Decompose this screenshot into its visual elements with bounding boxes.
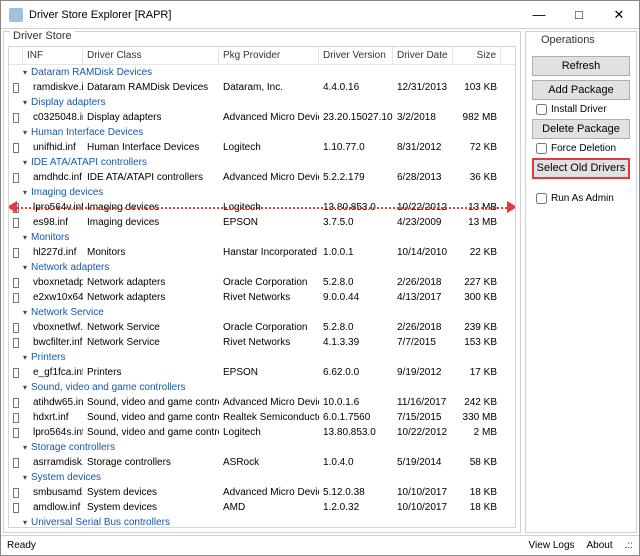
close-button[interactable]: ✕ <box>599 1 639 28</box>
add-package-button[interactable]: Add Package <box>532 80 630 100</box>
group-header[interactable]: ▾Network adapters <box>9 260 515 275</box>
expand-icon: ▾ <box>23 518 27 527</box>
resize-grip[interactable]: .:: <box>625 540 633 551</box>
expand-icon: ▾ <box>23 443 27 452</box>
minimize-button[interactable]: ― <box>519 1 559 28</box>
column-headers[interactable]: INF Driver Class Pkg Provider Driver Ver… <box>9 47 515 65</box>
delete-package-button[interactable]: Delete Package <box>532 119 630 139</box>
expand-icon: ▾ <box>23 98 27 107</box>
driver-list: INF Driver Class Pkg Provider Driver Ver… <box>8 46 516 528</box>
app-icon <box>9 8 23 22</box>
group-header[interactable]: ▾Dataram RAMDisk Devices <box>9 65 515 80</box>
driver-row[interactable]: amdhdc.infIDE ATA/ATAPI controllersAdvan… <box>9 170 515 185</box>
driver-row[interactable]: unifhid.infHuman Interface DevicesLogite… <box>9 140 515 155</box>
group-header[interactable]: ▾Printers <box>9 350 515 365</box>
driver-row[interactable]: e2xw10x64.infNetwork adaptersRivet Netwo… <box>9 290 515 305</box>
group-header[interactable]: ▾IDE ATA/ATAPI controllers <box>9 155 515 170</box>
titlebar: Driver Store Explorer [RAPR] ― □ ✕ <box>1 1 639 29</box>
row-checkbox[interactable] <box>13 398 19 408</box>
status-bar: Ready View Logs About .:: <box>1 535 639 555</box>
driver-row[interactable]: c0325048.infDisplay adaptersAdvanced Mic… <box>9 110 515 125</box>
col-class[interactable]: Driver Class <box>83 47 219 64</box>
window-title: Driver Store Explorer [RAPR] <box>29 9 519 21</box>
expand-icon: ▾ <box>23 158 27 167</box>
row-checkbox[interactable] <box>13 503 19 513</box>
row-checkbox[interactable] <box>13 143 19 153</box>
driver-row[interactable]: smbusamd.infSystem devicesAdvanced Micro… <box>9 485 515 500</box>
row-checkbox[interactable] <box>13 218 19 228</box>
row-checkbox[interactable] <box>13 338 19 348</box>
group-header[interactable]: ▾Display adapters <box>9 95 515 110</box>
row-checkbox[interactable] <box>13 173 19 183</box>
row-checkbox[interactable] <box>13 323 19 333</box>
refresh-button[interactable]: Refresh <box>532 56 630 76</box>
select-old-drivers-button[interactable]: Select Old Drivers <box>532 158 630 179</box>
driver-store-panel: Driver Store INF Driver Class Pkg Provid… <box>3 31 521 533</box>
driver-row[interactable]: amdlow.infSystem devicesAMD1.2.0.3210/10… <box>9 500 515 515</box>
expand-icon: ▾ <box>23 263 27 272</box>
driver-row[interactable]: atihdw65.infSound, video and game contro… <box>9 395 515 410</box>
col-size[interactable]: Size <box>453 47 501 64</box>
operations-panel: Operations Refresh Add Package Install D… <box>525 31 637 533</box>
driver-row[interactable]: es98.infImaging devicesEPSON3.7.5.04/23/… <box>9 215 515 230</box>
about-link[interactable]: About <box>587 540 613 551</box>
force-deletion-checkbox[interactable]: Force Deletion <box>536 143 626 154</box>
driver-row[interactable]: ramdiskve.infDataram RAMDisk DevicesData… <box>9 80 515 95</box>
driver-row[interactable]: vboxnetadp6.infNetwork adaptersOracle Co… <box>9 275 515 290</box>
driver-row[interactable]: lpro564v.infImaging devicesLogitech13.80… <box>9 200 515 215</box>
group-header[interactable]: ▾Sound, video and game controllers <box>9 380 515 395</box>
row-checkbox[interactable] <box>13 113 19 123</box>
view-logs-link[interactable]: View Logs <box>529 540 575 551</box>
row-checkbox[interactable] <box>13 248 19 258</box>
install-driver-checkbox[interactable]: Install Driver <box>536 104 626 115</box>
group-header[interactable]: ▾Network Service <box>9 305 515 320</box>
expand-icon: ▾ <box>23 383 27 392</box>
expand-icon: ▾ <box>23 233 27 242</box>
group-header[interactable]: ▾System devices <box>9 470 515 485</box>
row-checkbox[interactable] <box>13 413 19 423</box>
expand-icon: ▾ <box>23 68 27 77</box>
driver-row[interactable]: vboxnetlwf.infNetwork ServiceOracle Corp… <box>9 320 515 335</box>
group-header[interactable]: ▾Imaging devices <box>9 185 515 200</box>
col-version[interactable]: Driver Version <box>319 47 393 64</box>
row-checkbox[interactable] <box>13 293 19 303</box>
run-as-admin-checkbox[interactable]: Run As Admin <box>536 193 626 204</box>
expand-icon: ▾ <box>23 128 27 137</box>
col-date[interactable]: Driver Date <box>393 47 453 64</box>
expand-icon: ▾ <box>23 473 27 482</box>
group-header[interactable]: ▾Storage controllers <box>9 440 515 455</box>
row-checkbox[interactable] <box>13 278 19 288</box>
row-checkbox[interactable] <box>13 458 19 468</box>
expand-icon: ▾ <box>23 188 27 197</box>
driver-row[interactable]: hl227d.infMonitorsHanstar Incorporated1.… <box>9 245 515 260</box>
row-checkbox[interactable] <box>13 83 19 93</box>
driver-row[interactable]: asrramdisk.infStorage controllersASRock1… <box>9 455 515 470</box>
operations-label: Operations <box>538 34 598 46</box>
driver-row[interactable]: e_gf1fca.infPrintersEPSON6.62.0.09/19/20… <box>9 365 515 380</box>
row-checkbox[interactable] <box>13 368 19 378</box>
row-checkbox[interactable] <box>13 488 19 498</box>
status-ready: Ready <box>7 540 36 551</box>
col-provider[interactable]: Pkg Provider <box>219 47 319 64</box>
driver-row[interactable]: lpro564s.infSound, video and game contro… <box>9 425 515 440</box>
driver-row[interactable]: hdxrt.infSound, video and game controlle… <box>9 410 515 425</box>
group-header[interactable]: ▾Universal Serial Bus controllers <box>9 515 515 527</box>
driver-store-label: Driver Store <box>10 30 75 42</box>
row-checkbox[interactable] <box>13 428 19 438</box>
driver-row[interactable]: bwcfilter.infNetwork ServiceRivet Networ… <box>9 335 515 350</box>
col-inf[interactable]: INF <box>23 47 83 64</box>
group-header[interactable]: ▾Human Interface Devices <box>9 125 515 140</box>
expand-icon: ▾ <box>23 308 27 317</box>
maximize-button[interactable]: □ <box>559 1 599 28</box>
group-header[interactable]: ▾Monitors <box>9 230 515 245</box>
row-checkbox[interactable] <box>13 203 19 213</box>
expand-icon: ▾ <box>23 353 27 362</box>
